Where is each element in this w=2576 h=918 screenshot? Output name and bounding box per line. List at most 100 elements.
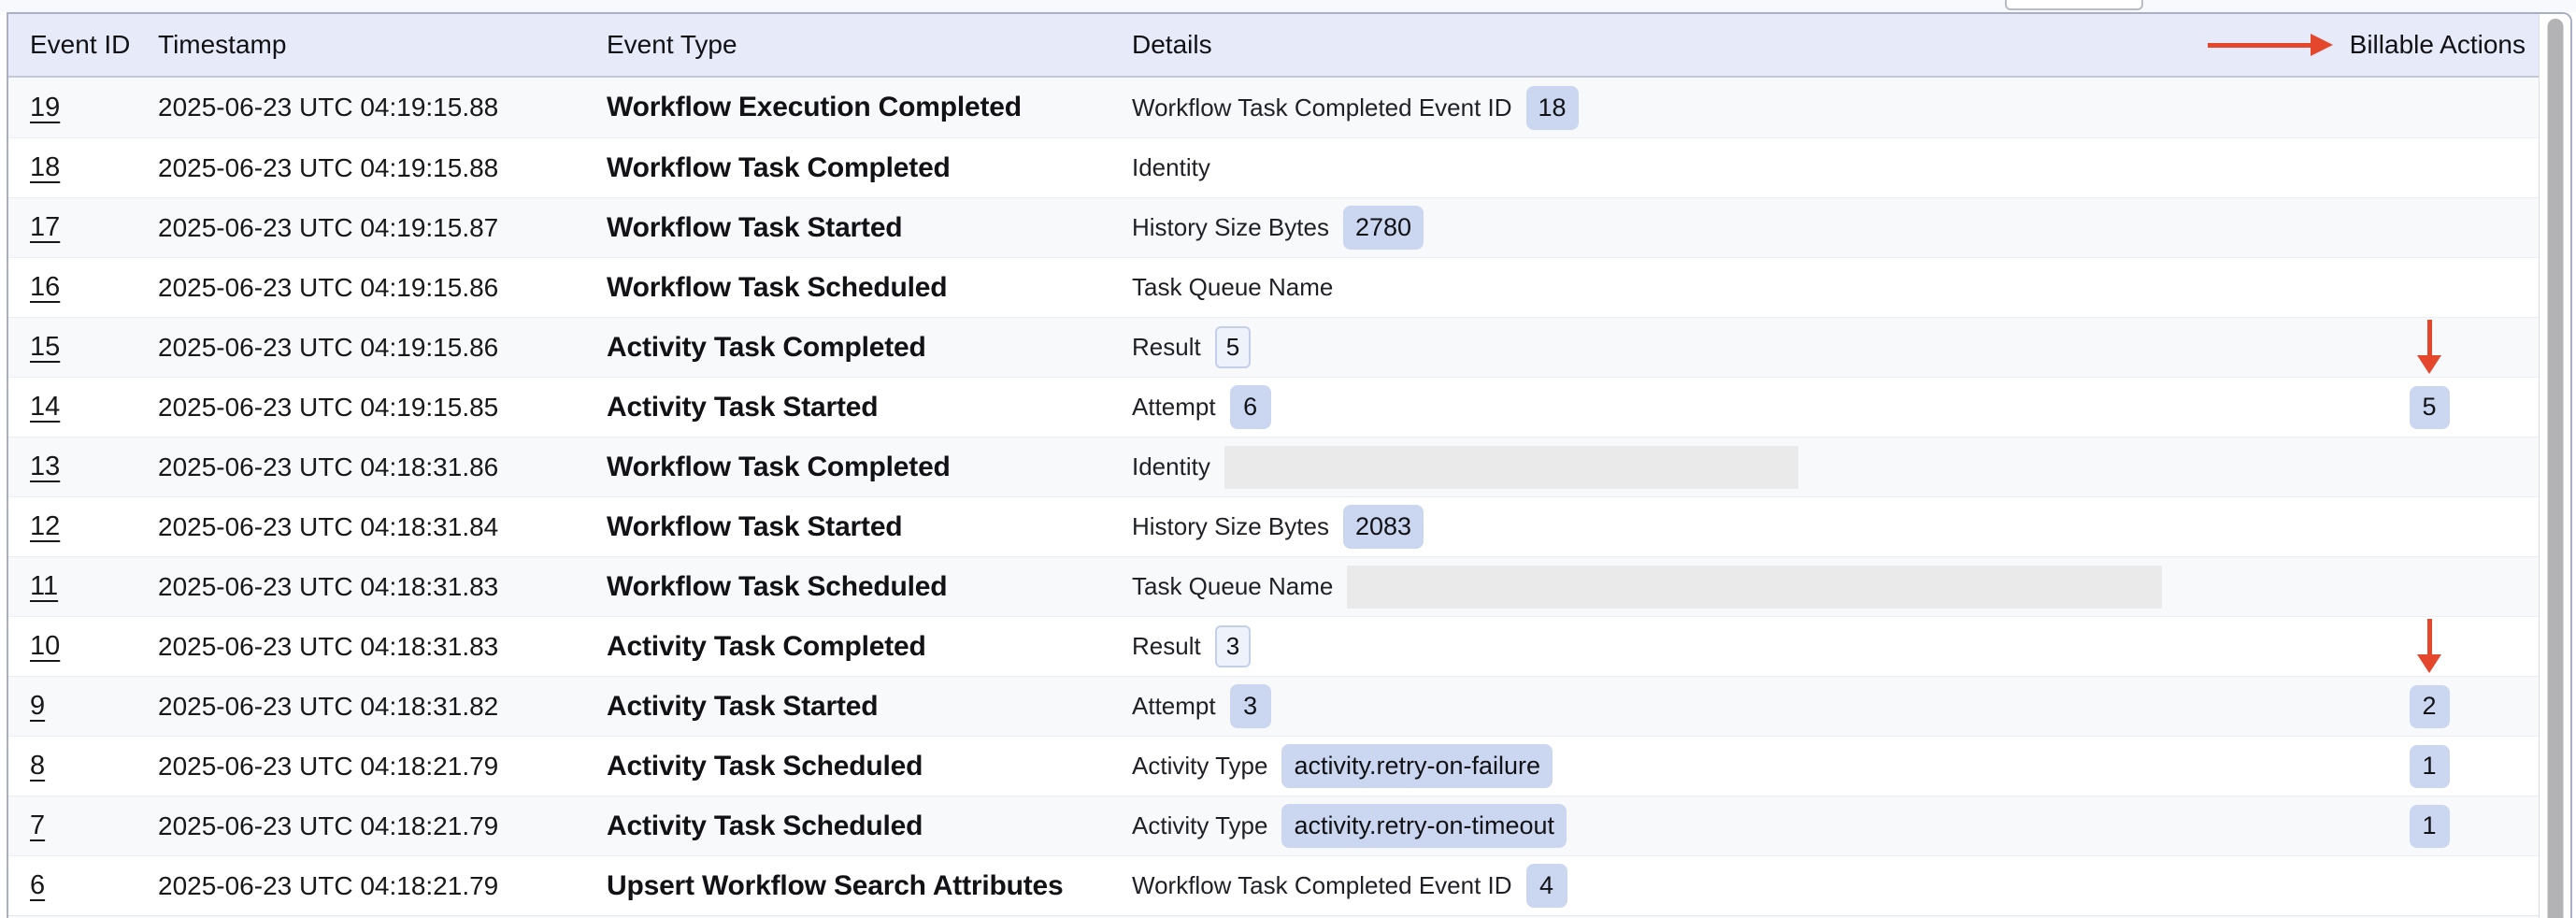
billable-actions-cell bbox=[2408, 322, 2451, 374]
event-id-link[interactable]: 10 bbox=[30, 631, 60, 661]
table-row: 72025-06-23 UTC 04:18:21.79Activity Task… bbox=[8, 796, 2539, 855]
table-row: 62025-06-23 UTC 04:18:21.79Upsert Workfl… bbox=[8, 855, 2539, 915]
event-detail-cell: Result 5 bbox=[1132, 326, 2408, 368]
event-type: Workflow Task Completed bbox=[607, 452, 1132, 483]
event-type: Activity Task Started bbox=[607, 392, 1132, 423]
event-type: Workflow Task Started bbox=[607, 511, 1132, 543]
table-row: 15 2025-06-23 UTC 04:19:15.86Activity Tas… bbox=[8, 317, 2539, 377]
event-type: Upsert Workflow Search Attributes bbox=[607, 870, 1132, 902]
table-row: 112025-06-23 UTC 04:18:31.83Workflow Tas… bbox=[8, 556, 2539, 616]
event-timestamp: 2025-06-23 UTC 04:19:15.87 bbox=[158, 213, 607, 243]
event-id-link[interactable]: 15 bbox=[30, 332, 60, 362]
event-id-link[interactable]: 16 bbox=[30, 272, 60, 302]
scrollbar-thumb[interactable] bbox=[2547, 19, 2563, 918]
table-row: 17 2025-06-23 UTC 04:19:15.87Workflow Tas… bbox=[8, 197, 2539, 257]
event-type: Workflow Execution Completed bbox=[607, 92, 1132, 123]
event-id-cell: 12 bbox=[30, 511, 158, 542]
table-row: 192025-06-23 UTC 04:19:15.88Workflow Exe… bbox=[8, 78, 2539, 137]
event-detail-cell: Task Queue Name bbox=[1132, 566, 2408, 609]
event-timestamp: 2025-06-23 UTC 04:18:21.79 bbox=[158, 811, 607, 841]
detail-label: Task Queue Name bbox=[1132, 572, 1333, 601]
detail-label: Result bbox=[1132, 333, 1201, 362]
table-row: 82025-06-23 UTC 04:18:21.79Activity Task… bbox=[8, 736, 2539, 796]
column-header-event-type[interactable]: Event Type bbox=[607, 30, 1132, 60]
table-row: 102025-06-23 UTC 04:18:31.83Activity Tas… bbox=[8, 616, 2539, 676]
event-id-link[interactable]: 6 bbox=[30, 870, 45, 900]
detail-label: Identity bbox=[1132, 452, 1210, 481]
event-type: Workflow Task Started bbox=[607, 212, 1132, 244]
event-id-cell: 16 bbox=[30, 272, 158, 303]
detail-value-badge: 4 bbox=[1526, 864, 1567, 908]
event-timestamp: 2025-06-23 UTC 04:19:15.88 bbox=[158, 153, 607, 183]
event-id-cell: 10 bbox=[30, 631, 158, 662]
detail-value-badge: activity.retry-on-timeout bbox=[1281, 804, 1567, 848]
table-row: 182025-06-23 UTC 04:19:15.88Workflow Tas… bbox=[8, 137, 2539, 197]
detail-label: History Size Bytes bbox=[1132, 213, 1329, 242]
clipped-dropdown-control[interactable] bbox=[2005, 0, 2143, 10]
event-id-link[interactable]: 13 bbox=[30, 452, 60, 481]
event-type: Activity Task Started bbox=[607, 691, 1132, 723]
event-type: Workflow Task Scheduled bbox=[607, 272, 1132, 304]
detail-label: Workflow Task Completed Event ID bbox=[1132, 93, 1512, 122]
billable-actions-cell: 1 bbox=[2408, 745, 2451, 788]
event-detail-cell: Result3 bbox=[1132, 625, 2408, 667]
event-id-cell: 19 bbox=[30, 93, 158, 123]
scrollbar-track[interactable] bbox=[2539, 14, 2570, 918]
event-id-cell: 8 bbox=[30, 751, 158, 782]
billable-actions-cell bbox=[2408, 621, 2451, 673]
red-arrow-down-icon bbox=[2417, 619, 2441, 673]
detail-label: Activity Type bbox=[1132, 752, 1267, 781]
event-type: Activity Task Completed bbox=[607, 332, 1132, 364]
detail-label: Activity Type bbox=[1132, 811, 1267, 840]
event-type: Workflow Task Scheduled bbox=[607, 571, 1132, 603]
event-id-link[interactable]: 18 bbox=[30, 152, 60, 182]
workflow-event-history-screen: Event ID Timestamp Event Type Details Bi… bbox=[0, 0, 2576, 918]
event-id-cell: 7 bbox=[30, 810, 158, 841]
event-id-cell: 18 bbox=[30, 152, 158, 183]
billable-actions-cell: 1 bbox=[2408, 805, 2451, 848]
column-header-event-id[interactable]: Event ID bbox=[30, 30, 158, 60]
detail-value-badge: 6 bbox=[1230, 385, 1271, 429]
event-detail-cell: History Size Bytes2780 bbox=[1132, 206, 2408, 250]
detail-label: Identity bbox=[1132, 153, 1210, 182]
event-id-link[interactable]: 8 bbox=[30, 751, 45, 781]
event-id-link[interactable]: 7 bbox=[30, 810, 45, 840]
detail-value-badge: 18 bbox=[1526, 86, 1579, 130]
table-header-row: Event ID Timestamp Event Type Details Bi… bbox=[8, 14, 2539, 78]
event-id-link[interactable]: 17 bbox=[30, 212, 60, 242]
event-detail-cell: Activity Typeactivity.retry-on-failure bbox=[1132, 744, 2408, 788]
event-timestamp: 2025-06-23 UTC 04:18:31.84 bbox=[158, 512, 607, 542]
event-detail-cell: Identity bbox=[1132, 153, 2408, 182]
event-detail-cell: Attempt6 bbox=[1132, 385, 2408, 429]
event-timestamp: 2025-06-23 UTC 04:18:31.82 bbox=[158, 692, 607, 722]
event-id-cell: 9 bbox=[30, 691, 158, 722]
detail-value-badge: 3 bbox=[1230, 684, 1271, 728]
table-row: 12 2025-06-23 UTC 04:18:31.84Workflow Tas… bbox=[8, 496, 2539, 556]
event-id-link[interactable]: 12 bbox=[30, 511, 60, 541]
top-strip bbox=[0, 0, 2576, 12]
table-row: 9 2025-06-23 UTC 04:18:31.82Activity Task… bbox=[8, 676, 2539, 736]
event-detail-cell: Activity Type activity.retry-on-timeout bbox=[1132, 804, 2408, 848]
billable-actions-badge: 1 bbox=[2410, 745, 2450, 788]
event-detail-cell: Workflow Task Completed Event ID 4 bbox=[1132, 864, 2408, 908]
red-arrow-down-icon bbox=[2417, 320, 2441, 374]
billable-actions-badge: 1 bbox=[2410, 805, 2450, 848]
event-type: Activity Task Scheduled bbox=[607, 751, 1132, 782]
billable-actions-badge: 5 bbox=[2410, 386, 2450, 429]
event-timestamp: 2025-06-23 UTC 04:19:15.86 bbox=[158, 333, 607, 363]
event-id-link[interactable]: 9 bbox=[30, 691, 45, 721]
event-id-link[interactable]: 19 bbox=[30, 93, 60, 122]
event-timestamp: 2025-06-23 UTC 04:18:31.86 bbox=[158, 452, 607, 482]
table-body: 192025-06-23 UTC 04:19:15.88Workflow Exe… bbox=[8, 78, 2539, 918]
event-timestamp: 2025-06-23 UTC 04:18:31.83 bbox=[158, 632, 607, 662]
column-header-timestamp[interactable]: Timestamp bbox=[158, 30, 607, 60]
detail-label: Result bbox=[1132, 632, 1201, 661]
detail-label: Task Queue Name bbox=[1132, 273, 1333, 302]
detail-label: Workflow Task Completed Event ID bbox=[1132, 871, 1512, 900]
detail-value-badge: 2083 bbox=[1343, 505, 1424, 549]
event-id-link[interactable]: 11 bbox=[30, 571, 58, 601]
event-id-link[interactable]: 14 bbox=[30, 392, 60, 422]
event-timestamp: 2025-06-23 UTC 04:19:15.86 bbox=[158, 273, 607, 303]
red-arrow-right-icon bbox=[2208, 34, 2333, 56]
detail-value-badge: 5 bbox=[1215, 326, 1251, 368]
